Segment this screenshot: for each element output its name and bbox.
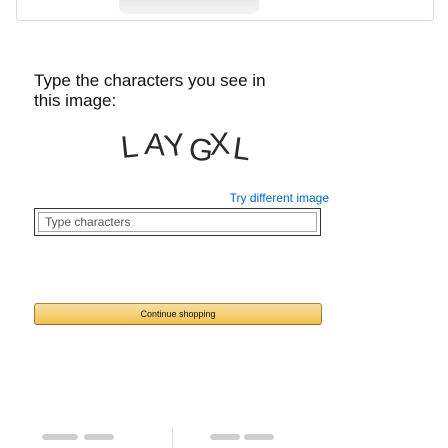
- captcha-prompt-line1: Type the characters you see in: [34, 71, 266, 90]
- captcha-prompt: Type the characters you see in this imag…: [34, 71, 334, 111]
- continue-shopping-button[interactable]: Continue shopping: [34, 303, 322, 325]
- captcha-field-wrapper: [34, 208, 321, 236]
- top-panel: [16, 0, 434, 21]
- footer-blurred-text: [84, 434, 114, 440]
- footer-blurred-text: [244, 434, 274, 440]
- captcha-input[interactable]: [38, 212, 317, 232]
- captcha-prompt-line2: this image:: [34, 91, 117, 110]
- captcha-image: LAYGXL: [119, 126, 254, 169]
- captcha-page: Type the characters you see in this imag…: [0, 0, 448, 448]
- top-banner-image: [119, 0, 259, 14]
- captcha-text: LAYGXL: [119, 126, 254, 169]
- footer-links: [34, 428, 321, 448]
- footer-divider: [172, 428, 173, 448]
- footer-blurred-text: [42, 434, 78, 440]
- footer-blurred-text: [210, 434, 240, 440]
- try-different-image-link[interactable]: Try different image: [230, 191, 329, 205]
